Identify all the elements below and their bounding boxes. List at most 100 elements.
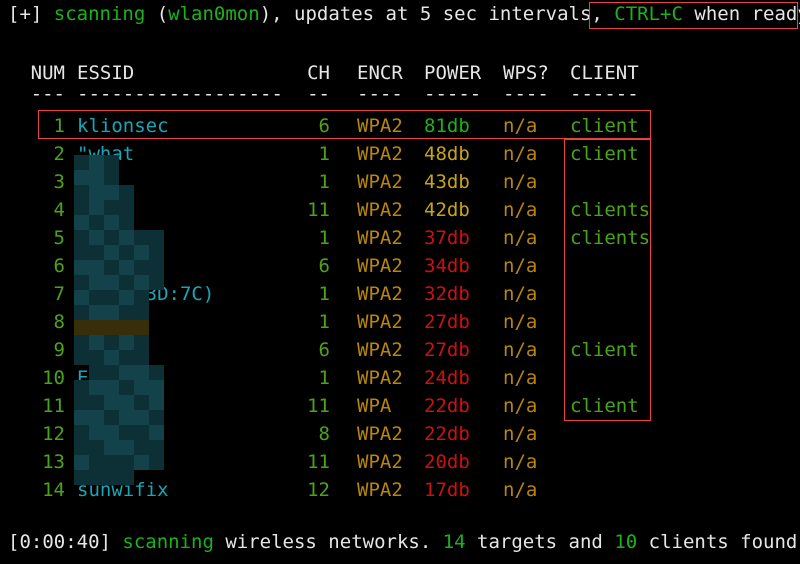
row-encr: WPA2 bbox=[357, 115, 403, 137]
table-row[interactable]: 5 1104 1 WPA2 37db n/a clients bbox=[0, 224, 800, 252]
status-targets-count: 14 bbox=[442, 531, 466, 553]
row-essid: FI bbox=[77, 311, 100, 333]
row-wps: n/a bbox=[503, 283, 538, 305]
row-encr: WPA2 bbox=[357, 199, 403, 221]
row-ch: 1 bbox=[318, 171, 330, 193]
row-power: 37db bbox=[424, 227, 470, 249]
table-row[interactable]: 9 6 WPA2 27db n/a client bbox=[0, 336, 800, 364]
row-num: 9 bbox=[53, 339, 65, 361]
table-row[interactable]: 2 "what 1 WPA2 48db n/a client bbox=[0, 140, 800, 168]
row-essid: sunwifix bbox=[77, 479, 169, 501]
row-power: 20db bbox=[424, 451, 470, 473]
status-elapsed: [0:00:40] bbox=[8, 531, 111, 553]
table-row[interactable]: 8 FI 1 WPA2 27db n/a bbox=[0, 308, 800, 336]
status-clients-count: 10 bbox=[614, 531, 638, 553]
row-num: 5 bbox=[53, 227, 65, 249]
row-wps: n/a bbox=[503, 255, 538, 277]
row-power: 43db bbox=[424, 171, 470, 193]
table-row[interactable]: 13 3 11 WPA2 20db n/a bbox=[0, 448, 800, 476]
table-row[interactable]: 12 8 WPA2 22db n/a bbox=[0, 420, 800, 448]
row-essid: "what bbox=[77, 143, 135, 165]
table-row[interactable]: 11 88 11 WPA 22db n/a client bbox=[0, 392, 800, 420]
table-row[interactable]: 6 6 WPA2 34db n/a bbox=[0, 252, 800, 280]
rule-encr: ---- bbox=[357, 83, 403, 105]
rule-power: ----- bbox=[424, 83, 482, 105]
row-ch: 11 bbox=[307, 451, 330, 473]
row-power: 81db bbox=[424, 115, 470, 137]
row-ch: 8 bbox=[318, 423, 330, 445]
row-wps: n/a bbox=[503, 479, 538, 501]
status-mid1: wireless networks. bbox=[213, 531, 443, 553]
row-num: 11 bbox=[42, 395, 65, 417]
row-encr: WPA2 bbox=[357, 143, 403, 165]
row-num: 14 bbox=[42, 479, 65, 501]
row-power: 42db bbox=[424, 199, 470, 221]
row-wps: n/a bbox=[503, 199, 538, 221]
row-power: 48db bbox=[424, 143, 470, 165]
banner-prefix: [+] bbox=[8, 3, 54, 25]
rule-num: --- bbox=[30, 83, 65, 105]
row-num: 2 bbox=[53, 143, 65, 165]
row-client: client bbox=[570, 339, 639, 361]
row-wps: n/a bbox=[503, 339, 538, 361]
row-num: 1 bbox=[53, 115, 65, 137]
row-wps: n/a bbox=[503, 227, 538, 249]
status-suffix: clients found bbox=[637, 531, 798, 553]
banner-suffix: when ready. bbox=[694, 3, 800, 25]
row-power: 34db bbox=[424, 255, 470, 277]
table-row[interactable]: 10 EC 1 WPA2 24db n/a bbox=[0, 364, 800, 392]
row-power: 22db bbox=[424, 395, 470, 417]
row-wps: n/a bbox=[503, 171, 538, 193]
row-essid: 2C:8C:3D:7C) bbox=[77, 283, 215, 305]
row-num: 4 bbox=[53, 199, 65, 221]
row-encr: WPA2 bbox=[357, 311, 403, 333]
row-num: 13 bbox=[42, 451, 65, 473]
row-encr: WPA2 bbox=[357, 479, 403, 501]
row-essid: 88 bbox=[77, 395, 100, 417]
row-power: 27db bbox=[424, 311, 470, 333]
row-essid: klionsec bbox=[77, 115, 169, 137]
row-power: 27db bbox=[424, 339, 470, 361]
row-num: 8 bbox=[53, 311, 65, 333]
row-wps: n/a bbox=[503, 367, 538, 389]
row-power: 32db bbox=[424, 283, 470, 305]
row-power: 22db bbox=[424, 423, 470, 445]
row-ch: 11 bbox=[307, 395, 330, 417]
table-row[interactable]: 14 sunwifix 12 WPA2 17db n/a bbox=[0, 476, 800, 504]
banner-action: scanning bbox=[53, 3, 146, 25]
row-encr: WPA2 bbox=[357, 367, 403, 389]
table-row[interactable]: 3 1 WPA2 43db n/a bbox=[0, 168, 800, 196]
table-rule-row: --- ------------------ -- ---- ----- ---… bbox=[0, 80, 800, 108]
row-ch: 1 bbox=[318, 143, 330, 165]
row-num: 3 bbox=[53, 171, 65, 193]
row-wps: n/a bbox=[503, 423, 538, 445]
row-client: client bbox=[570, 395, 639, 417]
status-action: scanning bbox=[122, 531, 214, 553]
row-essid: EC bbox=[77, 367, 100, 389]
scan-banner: [+] scanning (wlan0mon), updates at 5 se… bbox=[8, 3, 800, 25]
row-num: 12 bbox=[42, 423, 65, 445]
table-row[interactable]: 1 klionsec 6 WPA2 81db n/a client bbox=[0, 112, 800, 140]
row-encr: WPA2 bbox=[357, 423, 403, 445]
row-wps: n/a bbox=[503, 395, 538, 417]
row-wps: n/a bbox=[503, 143, 538, 165]
table-row[interactable]: 4 Ba e 11 WPA2 42db n/a clients bbox=[0, 196, 800, 224]
row-encr: WPA bbox=[357, 395, 392, 417]
row-client: client bbox=[570, 115, 639, 137]
banner-hotkey: CTRL+C bbox=[614, 3, 683, 25]
row-encr: WPA2 bbox=[357, 339, 403, 361]
rule-wps: ---- bbox=[503, 83, 549, 105]
row-wps: n/a bbox=[503, 311, 538, 333]
row-essid: 1104 bbox=[77, 227, 123, 249]
banner-mid2: ), updates at 5 sec intervals, bbox=[259, 3, 615, 25]
table-row[interactable]: 7 2C:8C:3D:7C) 1 WPA2 32db n/a bbox=[0, 280, 800, 308]
row-encr: WPA2 bbox=[357, 283, 403, 305]
row-essid: Ba e bbox=[77, 199, 123, 221]
row-ch: 1 bbox=[318, 311, 330, 333]
row-ch: 6 bbox=[318, 115, 330, 137]
row-ch: 6 bbox=[318, 339, 330, 361]
row-num: 7 bbox=[53, 283, 65, 305]
rule-essid: ------------------ bbox=[77, 83, 283, 105]
row-wps: n/a bbox=[503, 451, 538, 473]
rule-client: ------ bbox=[570, 83, 639, 105]
